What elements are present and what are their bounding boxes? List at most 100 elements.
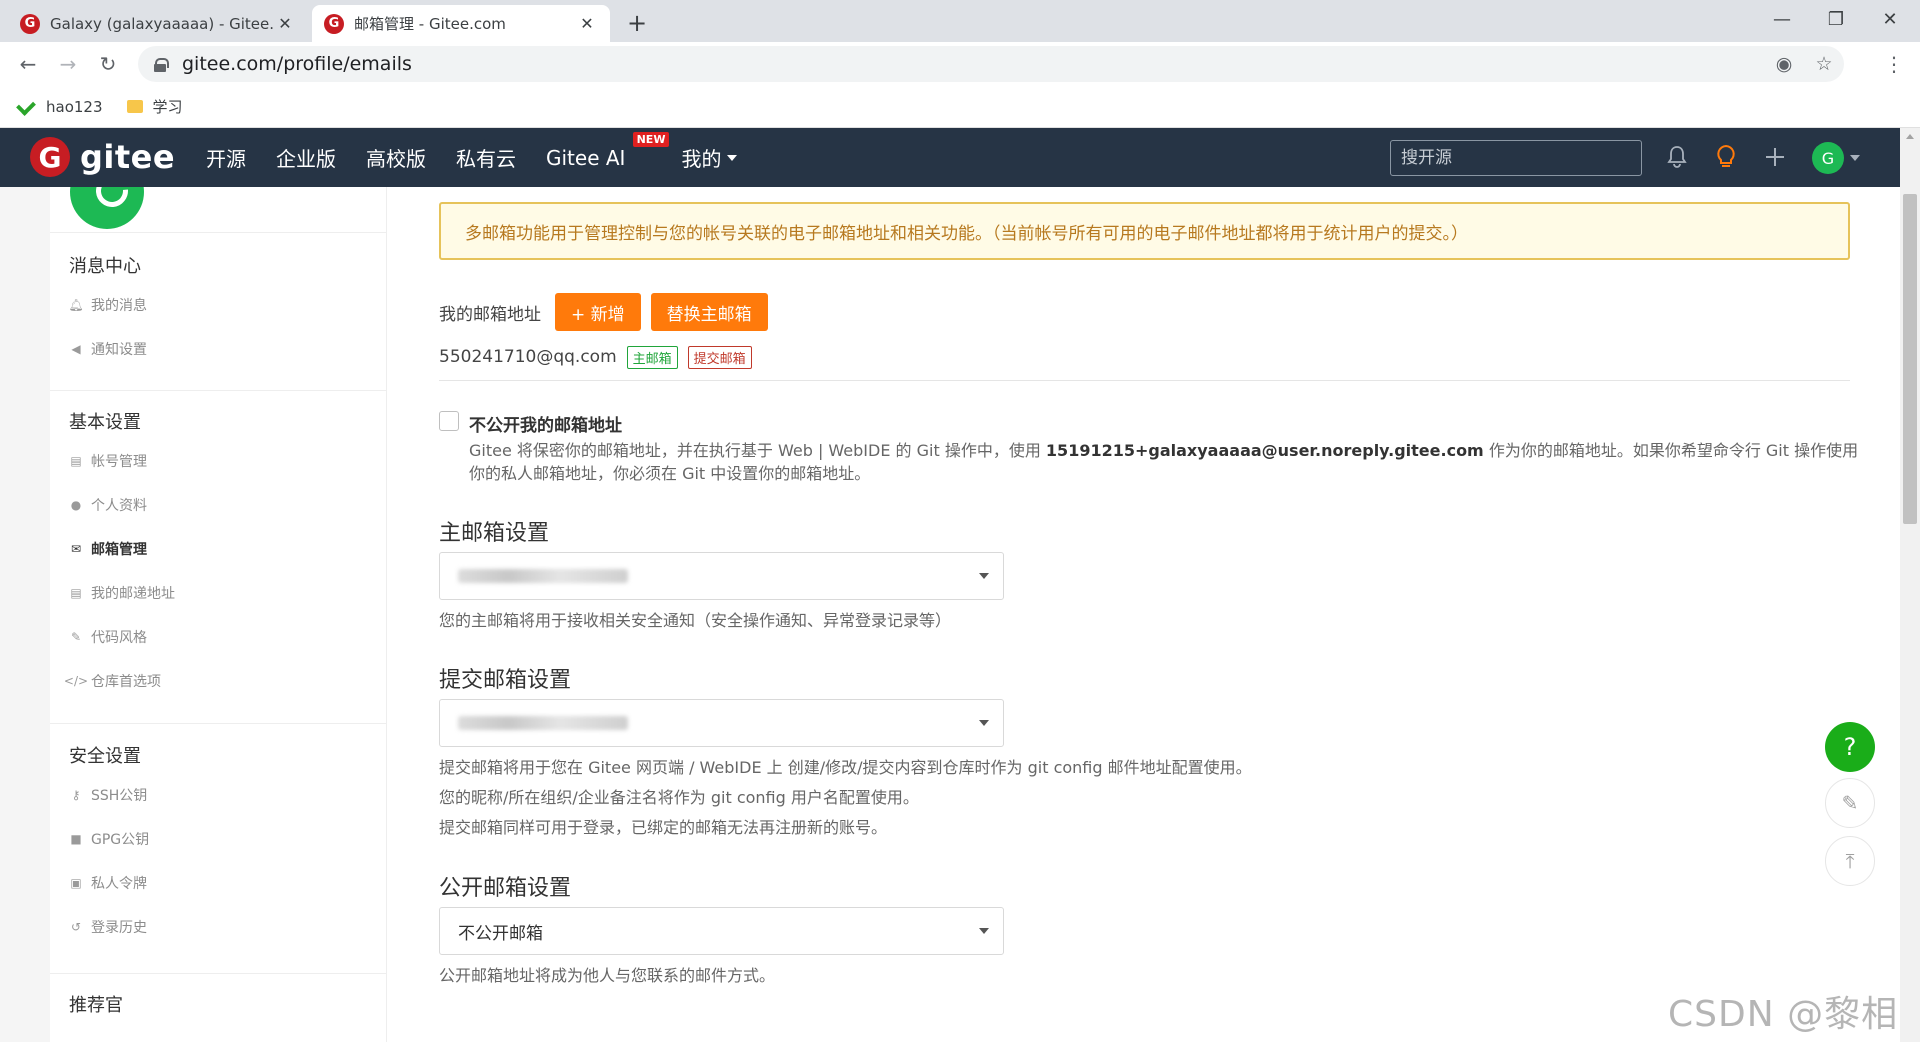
browser-tab-strip: G Galaxy (galaxyaaaaa) - Gitee.com ✕ G 邮… [0,0,1920,42]
noreply-email: 15191215+galaxyaaaaa@user.noreply.gitee.… [1045,441,1484,460]
code-icon: </> [63,674,89,688]
plus-icon[interactable] [1760,142,1790,172]
speaker-icon: ◀ [71,342,81,356]
primary-email-heading: 主邮箱设置 [439,521,550,546]
sidebar-item-label: GPG公钥 [91,832,150,848]
kebab-menu-icon[interactable]: ⋮ [1878,48,1910,80]
sidebar-item-label: 帐号管理 [91,454,147,470]
address-bar[interactable]: gitee.com/profile/emails ◉ ☆ [138,46,1844,82]
browser-tab-emails[interactable]: G 邮箱管理 - Gitee.com ✕ [312,5,610,42]
sidebar-item-gpg-keys[interactable]: ■ GPG公钥 [50,817,386,861]
commit-email-help-2: 您的昵称/所在组织/企业备注名将作为 git config 用户名配置使用。 [439,788,919,807]
close-tab-icon[interactable]: ✕ [576,13,598,35]
nav-open-source[interactable]: 开源 [206,143,246,172]
id-card-icon: ▤ [70,454,82,468]
reload-icon[interactable]: ↻ [92,48,124,80]
replace-primary-email-button[interactable]: 替换主邮箱 [650,293,768,331]
tab-title: 邮箱管理 - Gitee.com [354,15,506,33]
public-email-help: 公开邮箱地址将成为他人与您联系的邮件方式。 [439,966,776,985]
feedback-edit-icon[interactable]: ✎ [1825,778,1875,828]
gitee-navbar: G gitee 开源 企业版 高校版 私有云 Gitee AI NEW 我的 G [0,128,1900,187]
nav-private-cloud[interactable]: 私有云 [456,143,516,172]
sidebar-item-notification-settings[interactable]: ◀ 通知设置 [50,327,386,371]
chevron-down-icon [727,154,738,161]
hide-email-title: 不公开我的邮箱地址 [469,416,622,436]
sidebar-item-my-messages[interactable]: 🔔︎ 我的消息 [50,283,386,327]
gitee-logo-icon: G [30,137,70,177]
back-to-top-icon[interactable]: ⤒ [1825,836,1875,886]
profile-avatar[interactable] [70,187,144,229]
bookmark-label: 学习 [152,98,183,116]
sidebar-item-account[interactable]: ▤ 帐号管理 [50,439,386,483]
primary-email-select[interactable] [439,552,1004,600]
address-card-icon: ▤ [70,586,82,600]
minimize-icon[interactable]: — [1752,0,1812,38]
add-email-button[interactable]: + 新增 [555,293,641,331]
sidebar-item-emails[interactable]: ✉ 邮箱管理 [50,527,386,571]
browser-toolbar: ← → ↻ gitee.com/profile/emails ◉ ☆ ⋮ [0,42,1920,86]
new-tab-button[interactable]: + [622,8,652,38]
gitee-logo[interactable]: G gitee [30,137,175,177]
scrollbar-thumb[interactable] [1903,194,1917,524]
search-input[interactable] [1390,140,1642,176]
bookmarks-bar: hao123 学习 [0,86,1920,128]
bell-icon[interactable] [1662,142,1692,172]
user-avatar[interactable]: G [1812,142,1844,174]
hide-email-checkbox[interactable] [439,411,459,431]
chevron-down-icon [979,720,989,726]
close-tab-icon[interactable]: ✕ [274,13,296,35]
nav-enterprise[interactable]: 企业版 [276,143,336,172]
user-icon: ● [70,498,82,512]
sidebar-item-code-style[interactable]: ✎ 代码风格 [50,615,386,659]
back-arrow-icon[interactable]: ← [12,48,44,80]
chevron-down-icon[interactable] [1850,155,1860,161]
desc-text: Gitee 将保密你的邮箱地址，并在执行基于 Web | WebIDE 的 Gi… [469,441,1046,460]
sidebar-item-label: 我的消息 [91,298,147,314]
public-email-select[interactable]: 不公开邮箱 [439,907,1004,955]
folder-icon [126,100,143,113]
help-button[interactable]: ? [1825,722,1875,772]
commit-email-select[interactable] [439,699,1004,747]
close-window-icon[interactable]: ✕ [1860,0,1920,38]
url-text: gitee.com/profile/emails [182,53,412,75]
sidebar-item-ssh-keys[interactable]: ⚷ SSH公钥 [50,773,386,817]
sidebar-item-mailing-address[interactable]: ▤ 我的邮递地址 [50,571,386,615]
gitee-favicon-icon: G [20,13,40,34]
key-icon: ⚷ [71,788,81,802]
lightbulb-icon[interactable] [1711,142,1741,172]
sidebar-item-login-history[interactable]: ↺ 登录历史 [50,905,386,949]
sidebar-section-basic: 基本设置 ▤ 帐号管理 ● 个人资料 ✉ 邮箱管理 ▤ 我的邮递地址 ✎ 代码风… [50,403,386,703]
restore-icon[interactable]: ❐ [1806,0,1866,38]
bookmark-hao123[interactable]: hao123 [16,98,103,116]
browser-tab-galaxy[interactable]: G Galaxy (galaxyaaaaa) - Gitee.com ✕ [8,5,308,42]
hao123-icon [16,98,38,116]
nav-education[interactable]: 高校版 [366,143,426,172]
blurred-email [458,569,628,583]
sidebar-item-profile[interactable]: ● 个人资料 [50,483,386,527]
hide-email-description: Gitee 将保密你的邮箱地址，并在执行基于 Web | WebIDE 的 Gi… [469,439,1859,485]
email-address: 550241710@qq.com [439,347,617,367]
gitee-logo-text: gitee [80,138,176,176]
divider [439,380,1850,381]
blurred-email [458,716,628,730]
sidebar-item-repo-preferences[interactable]: </> 仓库首选项 [50,659,386,703]
nav-mine-dropdown[interactable]: 我的 [681,143,738,172]
commit-email-help-3: 提交邮箱同样可用于登录，已绑定的邮箱无法再注册新的账号。 [439,818,888,837]
sidebar-section-title: 消息中心 [69,256,141,277]
sidebar-divider [50,973,386,974]
lock-icon [154,57,169,72]
scroll-up-arrow-icon[interactable] [1906,134,1914,139]
tab-title: Galaxy (galaxyaaaaa) - Gitee.com [50,14,274,33]
commit-email-heading: 提交邮箱设置 [439,668,572,693]
bookmark-study-folder[interactable]: 学习 [126,96,183,117]
sidebar-section-title: 基本设置 [69,412,141,433]
star-icon[interactable]: ☆ [1804,53,1844,75]
my-emails-label: 我的邮箱地址 [439,304,541,325]
forward-arrow-icon[interactable]: → [52,48,84,80]
sidebar-item-private-tokens[interactable]: ▣ 私人令牌 [50,861,386,905]
csdn-watermark: CSDN @黎相思 [1668,994,1920,1035]
new-badge: NEW [632,131,670,147]
eye-off-icon[interactable]: ◉ [1764,53,1804,75]
nav-gitee-ai[interactable]: Gitee AI NEW [546,131,670,170]
vertical-scrollbar[interactable] [1900,128,1920,1042]
